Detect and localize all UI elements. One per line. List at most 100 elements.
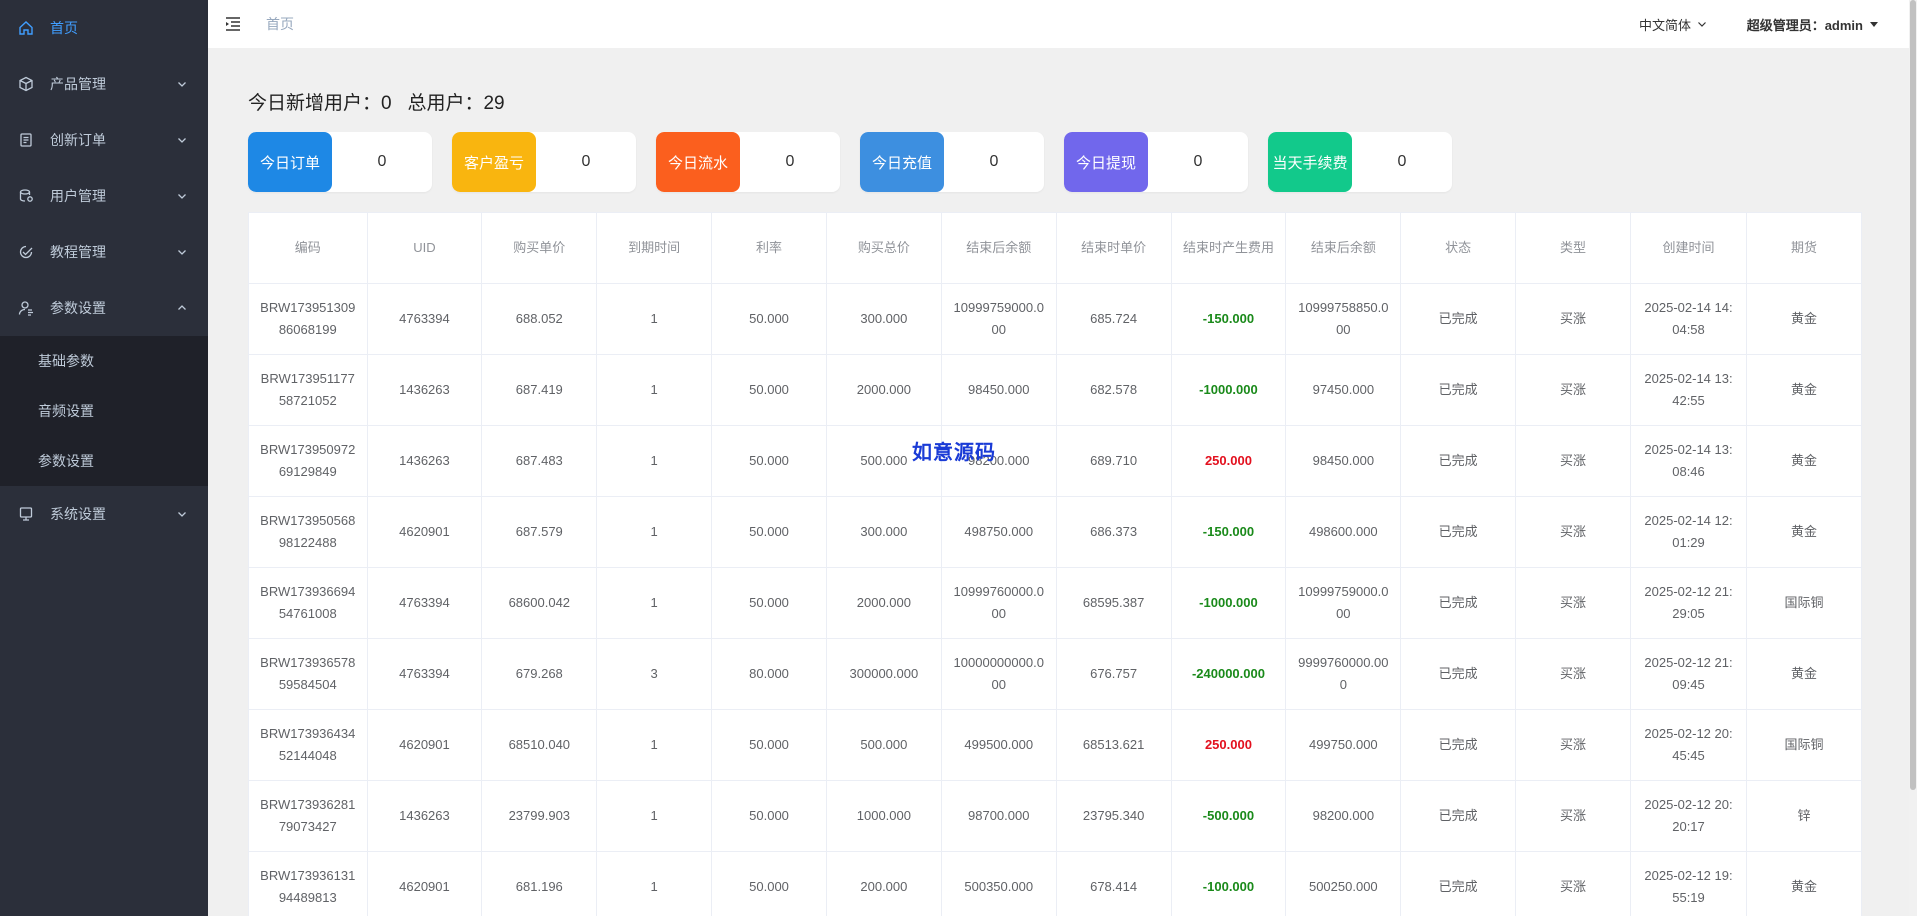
sidebar-item-orders[interactable]: 创新订单 [0, 112, 208, 168]
table-row[interactable]: BRW17393643452144048 4620901 68510.040 1 50.… [248, 709, 1862, 781]
table-cell: 50.000 [711, 354, 827, 426]
table-cell: 1 [596, 780, 713, 852]
stat-card-value: 0 [989, 153, 999, 170]
language-select[interactable]: 中文简体 [1639, 0, 1707, 48]
sidebar-item-users[interactable]: 用户管理 [0, 168, 208, 224]
table-cell: 250.000 [1170, 425, 1287, 497]
table-cell: 4620901 [366, 496, 483, 568]
table-row[interactable]: BRW17395097269129849 1436263 687.483 1 50.00… [248, 425, 1862, 497]
stat-card-value: 0 [785, 153, 795, 170]
sidebar-item-system[interactable]: 系统设置 [0, 486, 208, 542]
table-cell: 1436263 [366, 780, 483, 852]
table-cell: 4763394 [366, 283, 483, 355]
table-cell: 80.000 [711, 638, 827, 710]
table-cell: 1 [596, 283, 713, 355]
table-cell: 2025-02-14 13:08:46 [1629, 425, 1748, 497]
sidebar-item-params[interactable]: 参数设置 [0, 280, 208, 336]
table-cell: 300.000 [825, 283, 942, 355]
topbar: 首页 中文简体 超级管理员：admin [208, 0, 1909, 48]
table-cell: 2025-02-12 19:55:19 [1629, 851, 1748, 916]
stat-card-today-flow: 今日流水 0 [656, 132, 840, 192]
table-cell: 1436263 [366, 425, 483, 497]
table-cell: BRW17393669454761008 [248, 567, 368, 639]
column-header: UID [366, 212, 483, 284]
table-cell: -1000.000 [1170, 354, 1287, 426]
table-cell: 50.000 [711, 780, 827, 852]
table-cell: 687.419 [481, 354, 598, 426]
submenu-item-audio-settings[interactable]: 音频设置 [0, 386, 208, 436]
table-row[interactable]: BRW17393669454761008 4763394 68600.042 1 50.… [248, 567, 1862, 639]
table-row[interactable]: BRW17395130986068199 4763394 688.052 1 50.00… [248, 283, 1862, 355]
stat-card-label: 今日充值 [860, 132, 944, 192]
table-cell: 98450.000 [1285, 425, 1402, 497]
table-cell: BRW17393628179073427 [248, 780, 368, 852]
sidebar-item-label: 产品管理 [50, 76, 106, 92]
user-menu[interactable]: 超级管理员：admin [1747, 0, 1879, 48]
sidebar-item-label: 用户管理 [50, 188, 106, 204]
stat-cards: 今日订单 0 客户盈亏 0 今日流水 0 今日充值 0 今日提现 0 当天手续费… [248, 132, 1472, 192]
table-row[interactable]: BRW17393657859584504 4763394 679.268 3 80.00… [248, 638, 1862, 710]
submenu-item-param-settings[interactable]: 参数设置 [0, 436, 208, 486]
table-row[interactable]: BRW17395117758721052 1436263 687.419 1 50.00… [248, 354, 1862, 426]
stat-card-today-withdraw: 今日提现 0 [1064, 132, 1248, 192]
caret-down-icon [1870, 22, 1878, 27]
table-cell: 锌 [1746, 780, 1862, 852]
table-cell: 已完成 [1400, 354, 1517, 426]
table-row[interactable]: BRW17393613194489813 4620901 681.196 1 50.00… [248, 851, 1862, 916]
table-cell: 1 [596, 425, 713, 497]
table-cell: 68595.387 [1055, 567, 1172, 639]
table-cell: 23799.903 [481, 780, 598, 852]
table-cell: 97450.000 [1285, 354, 1402, 426]
table-cell: 2025-02-12 21:29:05 [1629, 567, 1748, 639]
language-label: 中文简体 [1638, 17, 1691, 33]
column-header: 状态 [1400, 212, 1517, 284]
menu-toggle-icon[interactable] [224, 15, 242, 33]
table-cell: 已完成 [1400, 638, 1517, 710]
column-header: 期货 [1746, 212, 1862, 284]
table-cell: 499750.000 [1285, 709, 1402, 781]
table-cell: 2025-02-14 13:42:55 [1629, 354, 1748, 426]
table-cell: 10999759000.000 [940, 283, 1057, 355]
submenu-item-basic-params[interactable]: 基础参数 [0, 336, 208, 386]
stat-card-customer-pnl: 客户盈亏 0 [452, 132, 636, 192]
orders-table-container[interactable]: 编码 UID 购买单价 到期时间 利率 购买总价 结束后余额 结束时单价 结束时产生费用 结束后余… [248, 212, 1862, 916]
page-scrollbar[interactable] [1909, 0, 1917, 916]
sidebar-item-home[interactable]: 首页 [0, 0, 208, 56]
table-cell: 黄金 [1746, 851, 1862, 916]
breadcrumb[interactable]: 首页 [266, 14, 294, 34]
chevron-up-icon [178, 305, 186, 310]
table-row[interactable]: BRW17393628179073427 1436263 23799.903 1 50.… [248, 780, 1862, 852]
column-header: 结束时产生费用 [1170, 212, 1287, 284]
stat-card-label: 今日流水 [656, 132, 740, 192]
stat-card-value: 0 [1397, 153, 1407, 170]
sidebar-item-tutorials[interactable]: 教程管理 [0, 224, 208, 280]
table-cell: 买涨 [1515, 780, 1631, 852]
table-cell: 50.000 [711, 567, 827, 639]
table-row[interactable]: BRW17395056898122488 4620901 687.579 1 50.00… [248, 496, 1862, 568]
table-cell: 1000.000 [825, 780, 942, 852]
column-header: 编码 [248, 212, 368, 284]
table-cell: 23795.340 [1055, 780, 1172, 852]
column-header: 利率 [711, 212, 827, 284]
sidebar: 首页 产品管理 创新订单 用户管理 教程管理 参数设置 基础参数 音频设置 参数… [0, 0, 208, 916]
sidebar-item-label: 教程管理 [50, 244, 106, 260]
column-header: 购买总价 [825, 212, 942, 284]
sidebar-item-products[interactable]: 产品管理 [0, 56, 208, 112]
table-cell: 50.000 [711, 709, 827, 781]
table-cell: 买涨 [1515, 425, 1631, 497]
column-header: 结束时单价 [1055, 212, 1172, 284]
scrollbar-thumb[interactable] [1910, 0, 1916, 790]
table-cell: 买涨 [1515, 354, 1631, 426]
chevron-down-icon [178, 512, 186, 517]
table-cell: 已完成 [1400, 851, 1517, 916]
stat-card-label: 当天手续费 [1268, 132, 1352, 192]
column-header: 类型 [1515, 212, 1631, 284]
table-cell: -100.000 [1170, 851, 1287, 916]
table-cell: 676.757 [1055, 638, 1172, 710]
main-content: 今日新增用户：0 总用户：29 今日订单 0 客户盈亏 0 今日流水 0 今日充… [208, 48, 1909, 916]
table-cell: 黄金 [1746, 638, 1862, 710]
user-stats: 今日新增用户：0 总用户：29 [248, 88, 505, 115]
stat-card-today-fee: 当天手续费 0 [1268, 132, 1452, 192]
table-cell: 687.483 [481, 425, 598, 497]
chevron-down-icon [178, 82, 186, 87]
